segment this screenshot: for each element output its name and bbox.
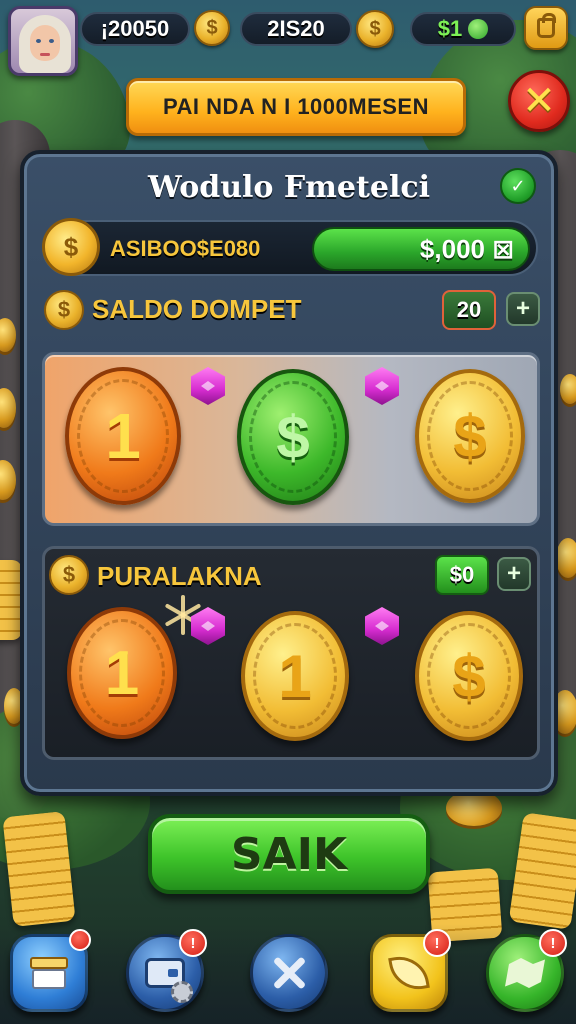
nav-leaf-button[interactable]: ! (370, 929, 451, 1012)
plus-icon: + (506, 560, 521, 587)
balance-row: $ ASIBOO$E080 $,000 ⊠ (42, 218, 538, 276)
map-icon (505, 958, 545, 988)
notification-badge: ! (423, 929, 451, 957)
currency-stat-1-value: ¡20050 (100, 16, 170, 41)
saldo-coin-card: 1 $ $ (42, 352, 540, 526)
balance-label: ASIBOO$E080 (110, 236, 261, 261)
gift-box-icon (30, 957, 68, 989)
gold-coin-icon[interactable]: $ (415, 369, 525, 503)
top-hud: ¡20050 $ 2IS20 $ $1 (0, 0, 576, 76)
gear-icon (171, 981, 193, 1003)
close-button[interactable]: ✕ (508, 70, 570, 132)
leaf-icon (388, 952, 430, 994)
shopping-bag-icon (537, 13, 556, 38)
promo-banner-text: PAI NDA N I 1000MESEN (162, 94, 429, 119)
shop-button[interactable] (524, 6, 568, 50)
gem-icon (365, 607, 399, 645)
plus-icon: + (515, 295, 530, 322)
primary-action-label: SAIK (230, 828, 348, 880)
puralakna-coin-card: $ PURALAKNA $0 + 1 1 $ (42, 546, 540, 760)
orange-coin-icon[interactable]: 1 (65, 367, 181, 505)
panel-title: Wodulo Fmetelci (147, 170, 431, 205)
player-avatar[interactable] (8, 6, 78, 76)
saldo-section-header: $ SALDO DOMPET 20 + (44, 288, 540, 338)
notification-badge: ! (179, 929, 207, 957)
saldo-add-button[interactable]: + (506, 292, 540, 326)
saldo-title: SALDO DOMPET (92, 294, 302, 324)
gem-icon (191, 367, 225, 405)
green-coin-icon[interactable]: $ (237, 369, 349, 505)
bottom-nav: ! ! ! (0, 924, 576, 1024)
gold-coin-icon[interactable]: $ (415, 611, 523, 741)
nav-tools-button[interactable] (250, 934, 328, 1012)
gem-icon (468, 19, 489, 39)
notification-badge: ! (539, 929, 567, 957)
notification-dot (69, 929, 91, 951)
check-icon: ✓ (510, 175, 526, 196)
close-icon: ✕ (522, 79, 556, 123)
promo-banner[interactable]: PAI NDA N I 1000MESEN (126, 78, 466, 136)
coin-stack-icon: $ (356, 10, 394, 48)
puralakna-add-button[interactable]: + (497, 557, 531, 591)
currency-stat-3-value: $1 (437, 16, 463, 41)
puralakna-title: PURALAKNA (97, 561, 262, 591)
currency-stat-2-value: 2IS20 (267, 16, 325, 41)
nav-map-button[interactable]: ! (486, 929, 567, 1012)
nav-wallet-button[interactable]: ! (126, 929, 207, 1012)
primary-action-button[interactable]: SAIK (148, 814, 430, 894)
orange-coin-icon[interactable]: 1 (67, 607, 177, 739)
puralakna-count: $0 (435, 555, 489, 595)
balance-value: $,000 ⊠ (312, 227, 530, 271)
info-button[interactable]: ✓ (500, 168, 536, 204)
coin-icon: $ (44, 290, 84, 330)
coin-icon: $ (42, 218, 100, 276)
coin-icon: $ (194, 10, 230, 46)
gem-icon (365, 367, 399, 405)
currency-stat-1: ¡20050 (80, 12, 190, 46)
nav-gift-button[interactable] (10, 929, 91, 1012)
currency-stat-2: 2IS20 (240, 12, 352, 46)
coin-icon: $ (49, 555, 89, 595)
gold-coin-icon[interactable]: 1 (241, 611, 349, 741)
currency-stat-3: $1 (410, 12, 516, 46)
saldo-count: 20 (442, 290, 496, 330)
tools-icon (269, 953, 309, 993)
wallet-panel: Wodulo Fmetelci ✓ $ ASIBOO$E080 $,000 ⊠ … (20, 150, 558, 796)
